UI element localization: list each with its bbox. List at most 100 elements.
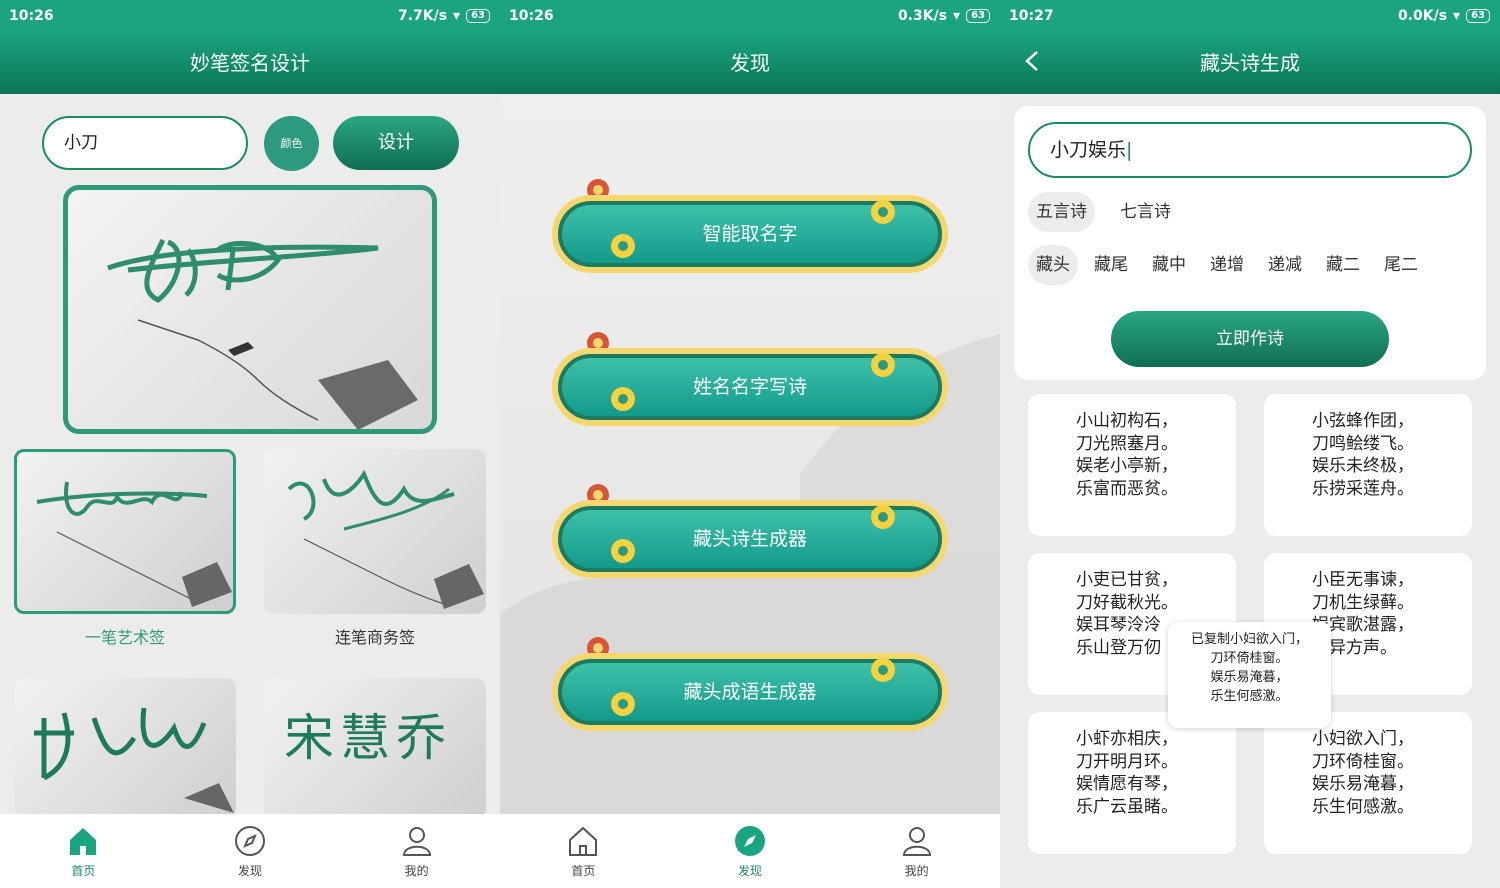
poem-line: 娱乐未终极，	[1312, 456, 1414, 476]
discover-item-idiom[interactable]: 藏头成语生成器	[528, 633, 972, 751]
poem-card[interactable]: 小弦蜂作团， 刀鸣鲙缕飞。 娱乐未终极， 乐捞采莲舟。	[1264, 394, 1472, 536]
tab-discover[interactable]: 发现	[167, 814, 334, 888]
status-time: 10:26	[509, 8, 554, 24]
flower-icon	[611, 387, 635, 411]
signature-preview	[63, 185, 437, 434]
tab-discover[interactable]: 发现	[667, 814, 834, 888]
color-button[interactable]: 颜色	[264, 116, 319, 171]
chip-mode-decrease[interactable]: 递减	[1260, 245, 1310, 285]
preview-glyphs: 宋慧乔	[284, 709, 452, 767]
signature-drawing	[34, 707, 234, 813]
status-bar: 10:27 0.0K/s ▾ 63	[1000, 0, 1500, 32]
status-time: 10:26	[9, 8, 54, 24]
poem-input[interactable]: 小刀娱乐|	[1028, 122, 1472, 178]
signature-drawing	[107, 238, 418, 429]
flower-icon	[611, 692, 635, 716]
chip-mode-head[interactable]: 藏头	[1028, 245, 1078, 285]
back-arrow-icon[interactable]	[1022, 50, 1044, 72]
style-card-4[interactable]: 宋慧乔	[264, 678, 486, 818]
chip-mode-increase[interactable]: 递增	[1202, 245, 1252, 285]
discover-item-name-poem[interactable]: 姓名名字写诗	[528, 328, 972, 446]
titlebar: 藏头诗生成	[1000, 32, 1500, 94]
chip-mode-tail-two[interactable]: 尾二	[1376, 245, 1426, 285]
flower-icon	[611, 234, 635, 258]
flower-icon	[871, 505, 895, 529]
status-bar: 10:26 0.3K/s ▾ 63	[500, 0, 1000, 32]
poem-line: 刀开明月环。	[1076, 751, 1178, 772]
page-title: 发现	[500, 32, 1000, 94]
wifi-icon: ▾	[1453, 8, 1461, 24]
poem-card[interactable]: 小虾亦相庆， 刀开明月环。 娱情愿有琴， 乐广云虽睹。	[1028, 712, 1236, 854]
page-title: 妙笔签名设计	[0, 32, 500, 94]
poem-line: 乐生何感激。	[1312, 796, 1414, 817]
wifi-icon: ▾	[953, 8, 961, 24]
poem-line: 小山初构石，	[1076, 411, 1178, 431]
chip-seven-char[interactable]: 七言诗	[1112, 192, 1179, 232]
tab-home[interactable]: 首页	[500, 814, 667, 888]
poem-card[interactable]: 小妇欲入门， 刀环倚桂窗。 娱乐易淹暮， 乐生何感激。	[1264, 712, 1472, 854]
poem-line: 娱老小亭新，	[1076, 456, 1178, 476]
poem-line: 乐捞采莲舟。	[1312, 478, 1414, 499]
net-speed: 7.7K/s	[397, 8, 448, 24]
poem-line: 乐广云虽睹。	[1076, 796, 1178, 817]
tab-label: 首页	[71, 864, 96, 878]
home-icon	[70, 828, 97, 855]
toast-line: 已复制小妇欲入门，	[1190, 632, 1308, 647]
net-speed: 0.3K/s	[897, 8, 948, 24]
poem-line: 杂异方声。	[1312, 637, 1397, 658]
compass-icon	[735, 826, 765, 856]
flower-icon	[611, 539, 635, 563]
tab-label: 发现	[738, 864, 763, 878]
poem-line: 刀鸣鲙缕飞。	[1312, 433, 1414, 454]
toast-line: 娱乐易淹暮，	[1210, 670, 1289, 685]
poem-line: 乐富而恶贫。	[1076, 478, 1178, 499]
tab-mine[interactable]: 我的	[833, 814, 1000, 888]
tab-label: 发现	[238, 864, 263, 878]
style-card-one-stroke[interactable]	[14, 449, 236, 614]
page-title: 藏头诗生成	[1200, 51, 1300, 75]
poem-card[interactable]: 小山初构石， 刀光照塞月。 娱老小亭新， 乐富而恶贫。	[1028, 394, 1236, 536]
tab-label: 我的	[404, 864, 429, 878]
home-screen: 10:26 7.7K/s ▾ 63 妙笔签名设计 小刀 颜色 设计 一笔艺术签	[0, 0, 500, 888]
poem-line: 刀光照塞月。	[1076, 433, 1178, 454]
style-card-business[interactable]	[264, 449, 486, 614]
design-button[interactable]: 设计	[333, 116, 459, 170]
user-icon	[902, 827, 931, 856]
poem-line: 刀机生绿藓。	[1312, 592, 1414, 613]
battery-icon: 63	[466, 9, 490, 23]
chip-mode-second[interactable]: 藏二	[1318, 245, 1368, 285]
net-speed: 0.0K/s	[1397, 8, 1448, 24]
discover-item-name-gen[interactable]: 智能取名字	[528, 175, 972, 293]
style-card-3[interactable]	[14, 678, 236, 818]
poem-input-value: 小刀娱乐	[1050, 139, 1127, 161]
compose-button[interactable]: 立即作诗	[1111, 311, 1389, 367]
tab-label: 我的	[904, 864, 929, 878]
poem-line: 娱乐易淹暮，	[1312, 774, 1414, 794]
poem-line: 小吏已甘贫，	[1076, 570, 1178, 590]
status-bar: 10:26 7.7K/s ▾ 63	[0, 0, 500, 32]
home-icon	[569, 826, 598, 856]
chip-five-char[interactable]: 五言诗	[1028, 192, 1095, 232]
poem-line: 娱情愿有琴，	[1076, 774, 1178, 794]
chip-mode-tail[interactable]: 藏尾	[1086, 245, 1136, 285]
style-label-one-stroke: 一笔艺术签	[84, 628, 165, 647]
battery-icon: 63	[1466, 9, 1490, 23]
poem-line: 娱宾歌湛露，	[1312, 615, 1414, 635]
wifi-icon: ▾	[453, 8, 461, 24]
battery-icon: 63	[966, 9, 990, 23]
tab-home[interactable]: 首页	[0, 814, 167, 888]
flower-icon	[871, 353, 895, 377]
poem-line: 刀环倚桂窗。	[1312, 751, 1414, 772]
tab-mine[interactable]: 我的	[333, 814, 500, 888]
signature-drawing	[287, 469, 484, 609]
poem-line: 小臣无事谏，	[1312, 570, 1414, 590]
bottom-tab-bar: 首页 发现 我的	[500, 814, 1000, 888]
user-icon	[402, 827, 431, 856]
poem-line: 小虾亦相庆，	[1076, 729, 1178, 749]
name-input[interactable]: 小刀	[42, 116, 248, 170]
toast-line: 乐生何感激。	[1210, 689, 1289, 704]
flower-icon	[871, 658, 895, 682]
discover-item-acrostic[interactable]: 藏头诗生成器	[528, 480, 972, 598]
copied-toast: 已复制小妇欲入门， 刀环倚桂窗。 娱乐易淹暮， 乐生何感激。	[1168, 622, 1331, 728]
chip-mode-middle[interactable]: 藏中	[1144, 245, 1194, 285]
